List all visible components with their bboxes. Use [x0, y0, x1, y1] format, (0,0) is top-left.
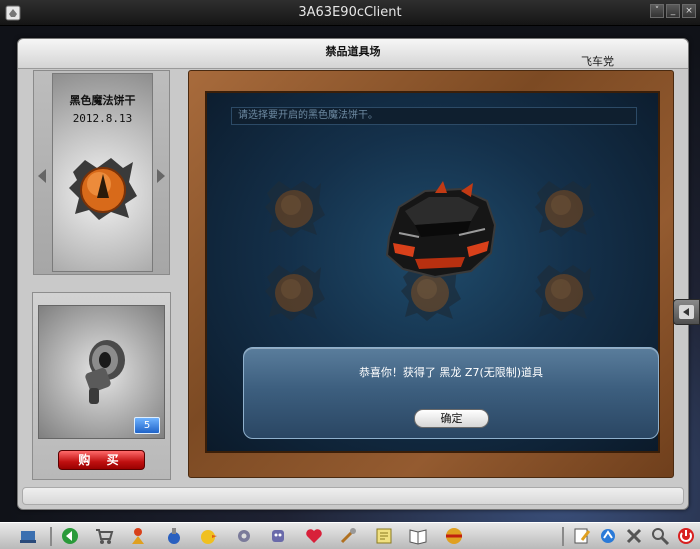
item-display: 黑色魔法饼干 2012.8.13	[52, 73, 153, 272]
note-icon[interactable]	[374, 526, 394, 546]
wooden-frame: 请选择要开启的黑色魔法饼干。 恭喜你！获得了 黑龙 Z7(无限制)道具 确定	[188, 70, 674, 478]
back-arrow-icon	[679, 305, 694, 319]
pencil-icon[interactable]	[572, 526, 592, 546]
heart-icon[interactable]	[304, 526, 324, 546]
confirm-button[interactable]: 确定	[414, 409, 489, 428]
window-minimize-button[interactable]: _	[666, 4, 680, 18]
instruction-field: 请选择要开启的黑色魔法饼干。	[231, 107, 637, 125]
character-icon[interactable]	[128, 526, 148, 546]
magic-cookie-icon	[69, 158, 137, 220]
power-icon[interactable]	[676, 526, 696, 546]
capsule-icon[interactable]	[444, 526, 464, 546]
taskbar-separator	[562, 527, 564, 546]
next-item-arrow-icon[interactable]	[157, 169, 165, 183]
window-title: 3A63E90cClient	[298, 5, 402, 20]
gear-icon[interactable]	[234, 526, 254, 546]
shop-footer	[22, 487, 684, 505]
back-icon[interactable]	[60, 526, 80, 546]
quantity-badge: 5	[134, 417, 160, 434]
drink-icon[interactable]	[164, 526, 184, 546]
search-icon[interactable]	[650, 526, 670, 546]
exhaust-part-icon	[85, 340, 125, 404]
shop-header: 禁品道具场 飞车党	[18, 39, 688, 69]
taskbar	[0, 522, 700, 549]
book-icon[interactable]	[408, 526, 428, 546]
black-dragon-car-icon	[385, 181, 497, 279]
item-card: 黑色魔法饼干 2012.8.13	[33, 70, 170, 275]
reward-message: 恭喜你！获得了 黑龙 Z7(无限制)道具	[358, 366, 544, 379]
taskbar-separator	[50, 527, 52, 546]
window-close-button[interactable]: ×	[682, 4, 696, 18]
item-date: 2012.8.13	[72, 112, 133, 125]
duck-icon[interactable]	[198, 526, 218, 546]
cookie-board: 请选择要开启的黑色魔法饼干。 恭喜你！获得了 黑龙 Z7(无限制)道具 确定	[205, 91, 660, 453]
preview-card: 5 购 买	[32, 292, 171, 480]
shop-subtitle: 飞车党	[581, 55, 614, 68]
robot-icon[interactable]	[268, 526, 288, 546]
cookie-slot-icon[interactable]	[533, 177, 595, 239]
item-preview: 5	[38, 305, 165, 439]
reward-dialog: 恭喜你！获得了 黑龙 Z7(无限制)道具 确定	[243, 347, 659, 439]
window-menu-button[interactable]: ˅	[650, 4, 664, 18]
cookie-slot-icon[interactable]	[263, 177, 325, 239]
desktop-icon[interactable]	[18, 526, 38, 546]
cookie-slot-icon[interactable]	[263, 261, 325, 323]
cart-icon[interactable]	[94, 526, 114, 546]
cookie-slot-icon[interactable]	[533, 261, 595, 323]
window-title-bar: 3A63E90cClient ˅ _ ×	[0, 0, 700, 26]
tool-icon[interactable]	[338, 526, 358, 546]
item-name: 黑色魔法饼干	[69, 94, 136, 107]
phoenix-icon[interactable]	[598, 526, 618, 546]
side-panel-toggle[interactable]	[673, 299, 700, 325]
settings-icon[interactable]	[624, 526, 644, 546]
buy-button[interactable]: 购 买	[58, 450, 145, 470]
prev-item-arrow-icon[interactable]	[38, 169, 46, 183]
